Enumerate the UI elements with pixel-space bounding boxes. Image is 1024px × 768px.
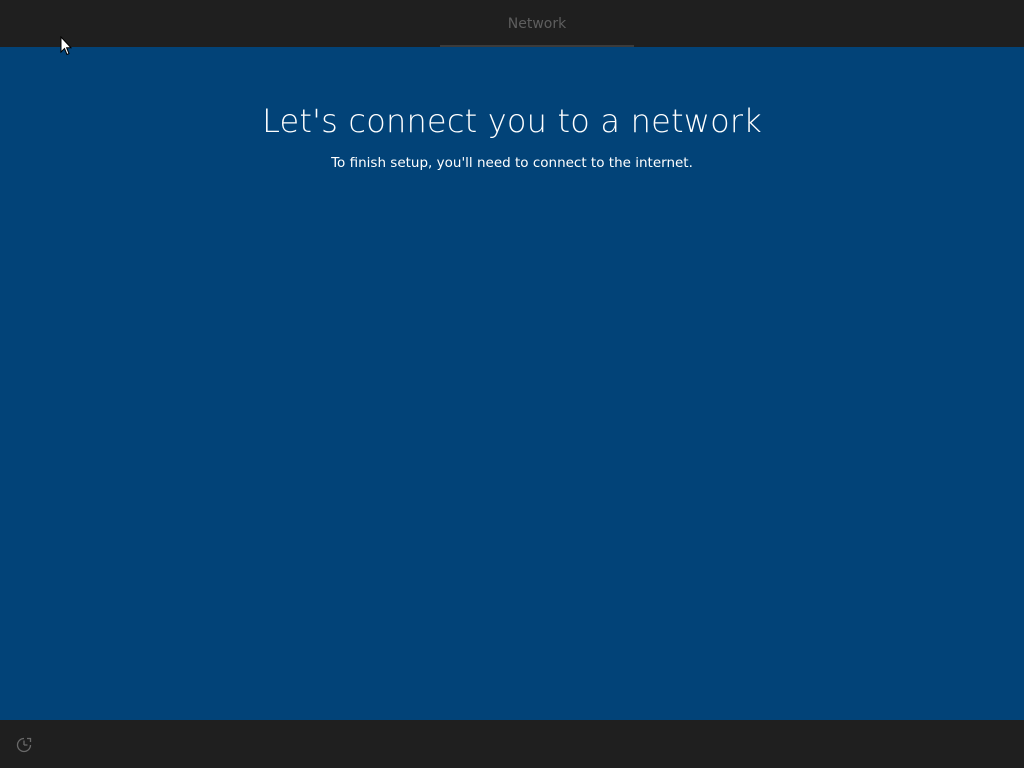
page-title: Let's connect you to a network <box>262 102 762 140</box>
top-bar: Network <box>0 0 1024 47</box>
oobe-main-panel: Let's connect you to a network To finish… <box>0 47 1024 720</box>
ease-of-access-button[interactable] <box>12 733 36 757</box>
step-tab-network: Network <box>440 0 634 47</box>
ease-of-access-icon <box>16 737 32 753</box>
page-subtitle: To finish setup, you'll need to connect … <box>331 155 693 171</box>
bottom-bar <box>0 720 1024 768</box>
step-tab-label: Network <box>507 15 567 32</box>
